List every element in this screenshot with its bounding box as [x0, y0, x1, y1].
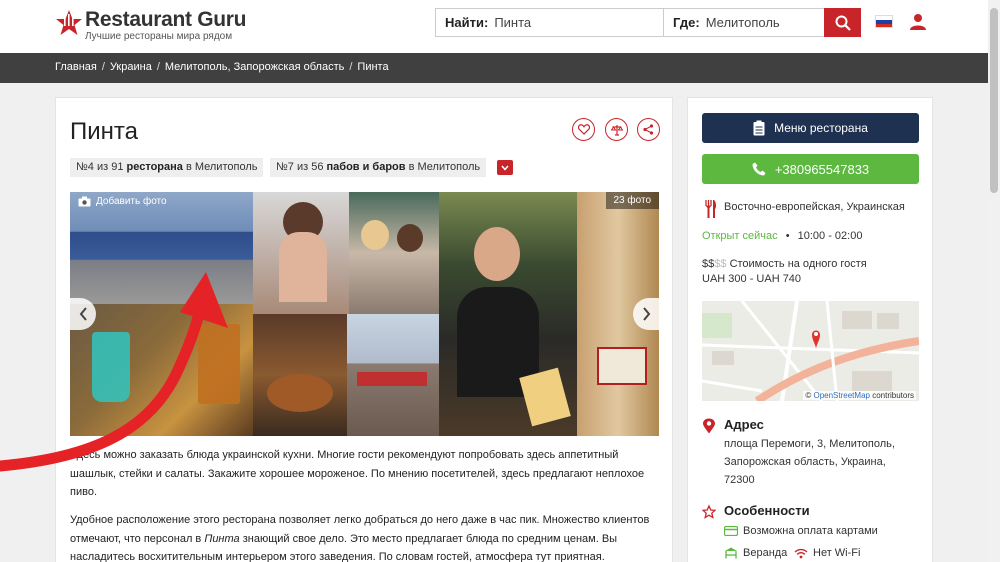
logo-title: Restaurant Guru: [85, 8, 247, 31]
logo-tagline: Лучшие рестораны мира рядом: [85, 31, 233, 42]
share-button[interactable]: [637, 118, 660, 141]
gallery-photo-man[interactable]: [439, 192, 577, 436]
logo-star-icon: [56, 10, 82, 35]
phone-number: +380965547833: [774, 161, 870, 177]
gallery-next-button[interactable]: [633, 298, 659, 330]
description-p2-name: Пинта: [204, 532, 240, 545]
sidebar: Меню ресторана +380965547833 Восточно-ев…: [687, 97, 933, 562]
price-level-active: $$: [702, 258, 715, 270]
star-outline-icon: [702, 504, 716, 519]
page-title: Пинта: [70, 118, 138, 145]
price-label: Стоимость на одного гостя: [729, 258, 867, 270]
breadcrumb-current: Пинта: [357, 61, 389, 73]
rank1-category: ресторана: [126, 161, 183, 173]
hours-row: Открыт сейчас • 10:00 - 02:00: [702, 230, 862, 242]
features-heading: Особенности: [724, 503, 810, 518]
rank2-pre: №7 из 56: [276, 161, 327, 173]
favorite-button[interactable]: [572, 118, 595, 141]
heart-icon: [577, 124, 590, 135]
add-photo-label: Добавить фото: [96, 196, 167, 207]
breadcrumb-home[interactable]: Главная: [55, 61, 97, 73]
scales-icon: [610, 124, 623, 136]
cuisine-text: Восточно-европейская, Украинская: [724, 201, 905, 213]
breadcrumb-country[interactable]: Украина: [110, 61, 152, 73]
map-credit-suffix: contributors: [872, 391, 914, 400]
feature-card-label: Возможна оплата картами: [743, 525, 878, 537]
rank-badge-restaurants[interactable]: №4 из 91 ресторана в Мелитополь: [70, 158, 264, 177]
share-icon: [643, 124, 654, 135]
rank-badge-pubs[interactable]: №7 из 56 пабов и баров в Мелитополь: [270, 158, 487, 177]
chevron-down-icon: [501, 165, 509, 171]
map-tiles: [702, 301, 919, 401]
credit-card-icon: [724, 526, 738, 536]
breadcrumb-bar: Главная / Украина / Мелитополь, Запорожская …: [0, 53, 988, 83]
add-photo-button[interactable]: Добавить фото: [78, 196, 167, 207]
feature-card-payment: Возможна оплата картами: [724, 525, 878, 537]
rank1-post: в Мелитополь: [182, 161, 258, 173]
search-what-input[interactable]: Пинта: [494, 15, 531, 30]
feature-wifi: Нет Wi-Fi: [794, 547, 860, 559]
phone-button[interactable]: +380965547833: [702, 154, 919, 184]
restaurant-menu-button[interactable]: Меню ресторана: [702, 113, 919, 143]
document-icon: [753, 120, 765, 136]
address-text: площа Перемоги, 3, Мелитополь, Запорожск…: [724, 438, 895, 486]
gallery-photo-friends[interactable]: [349, 192, 439, 314]
logo[interactable]: Restaurant Guru Лучшие рестораны мира ря…: [55, 6, 247, 46]
more-ranks-button[interactable]: [497, 160, 513, 175]
annotation-arrow: [0, 272, 228, 472]
user-icon[interactable]: [909, 13, 927, 31]
search-icon: [835, 15, 851, 31]
map-credit-prefix: ©: [805, 391, 812, 400]
page-scrollbar[interactable]: [988, 0, 1000, 562]
rank2-post: в Мелитополь: [405, 161, 481, 173]
search-where-field[interactable]: Где: Мелитополь: [664, 9, 824, 36]
breadcrumb: Главная / Украина / Мелитополь, Запорожская …: [55, 61, 389, 73]
opening-hours: 10:00 - 02:00: [797, 230, 863, 242]
scrollbar-thumb[interactable]: [990, 8, 998, 193]
price-row: $$$$ Стоимость на одного гостя: [702, 258, 867, 270]
language-flag-icon[interactable]: [875, 15, 893, 28]
gallery-photo-food[interactable]: [253, 314, 347, 436]
map-attribution: © OpenStreetMap contributors: [803, 391, 916, 400]
chevron-right-icon: [642, 307, 650, 321]
feature-veranda-label: Веранда: [743, 547, 788, 559]
feature-veranda: Веранда: [724, 547, 787, 559]
phone-icon: [752, 162, 766, 176]
search-button[interactable]: [824, 8, 861, 37]
hours-separator: •: [785, 230, 790, 242]
fork-knife-icon: [705, 200, 717, 218]
location-map[interactable]: © OpenStreetMap contributors: [702, 301, 919, 401]
description-paragraph-2: Удобное расположение этого ресторана поз…: [70, 511, 650, 562]
price-range: UAH 300 - UAH 740: [702, 273, 802, 285]
feature-wifi-label: Нет Wi-Fi: [813, 547, 861, 559]
gallery-photo-street[interactable]: [347, 314, 439, 436]
location-pin-icon: [703, 418, 715, 434]
gallery-photo-girl[interactable]: [253, 192, 349, 314]
rank1-pre: №4 из 91: [76, 161, 127, 173]
open-now-status: Открыт сейчас: [702, 230, 778, 242]
compare-button[interactable]: [605, 118, 628, 141]
wifi-icon: [794, 548, 808, 558]
search-where-input[interactable]: Мелитополь: [706, 15, 780, 30]
search-bar: Найти: Пинта Где: Мелитополь: [435, 8, 825, 37]
veranda-icon: [725, 547, 737, 559]
site-header: Restaurant Guru Лучшие рестораны мира ря…: [0, 0, 988, 53]
price-level-inactive: $$: [714, 258, 727, 270]
breadcrumb-city[interactable]: Мелитополь, Запорожская область: [165, 61, 344, 73]
camera-icon: [78, 196, 91, 207]
search-what-label: Найти:: [445, 15, 489, 30]
rank2-category: пабов и баров: [326, 161, 406, 173]
search-where-label: Где:: [673, 15, 700, 30]
photo-count[interactable]: 23 фото: [605, 192, 659, 209]
search-what-field[interactable]: Найти: Пинта: [436, 9, 664, 36]
address-heading: Адрес: [724, 417, 764, 432]
osm-link[interactable]: OpenStreetMap: [813, 391, 869, 400]
restaurant-menu-label: Меню ресторана: [774, 121, 868, 135]
